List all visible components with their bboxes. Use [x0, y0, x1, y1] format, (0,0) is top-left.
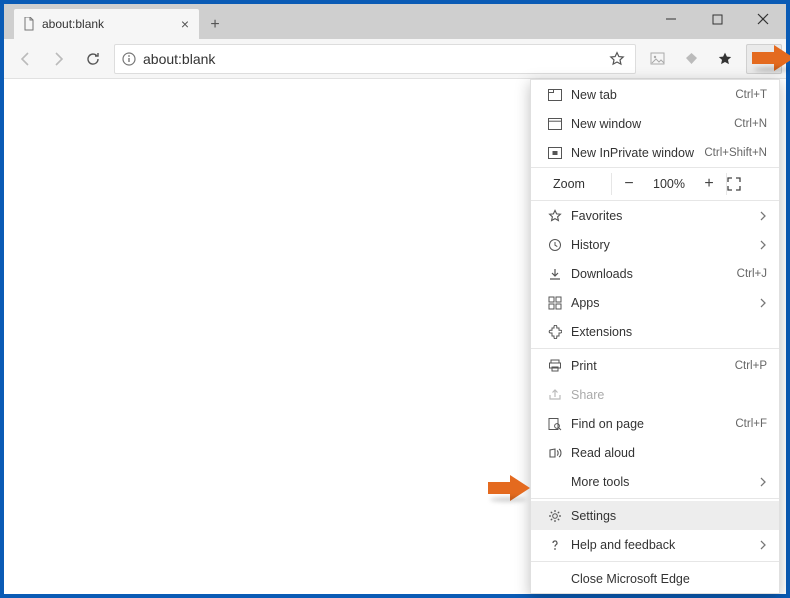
menu-label: Favorites	[567, 209, 759, 223]
chevron-right-icon	[759, 240, 767, 250]
inprivate-icon	[543, 147, 567, 159]
menu-label: More tools	[567, 475, 759, 489]
gear-icon	[543, 509, 567, 523]
menu-label: History	[567, 238, 759, 252]
menu-close-edge[interactable]: Close Microsoft Edge	[531, 564, 779, 593]
menu-shortcut: Ctrl+T	[735, 89, 767, 101]
menu-inprivate[interactable]: New InPrivate window Ctrl+Shift+N	[531, 138, 779, 167]
menu-shortcut: Ctrl+F	[735, 418, 767, 430]
chevron-right-icon	[759, 211, 767, 221]
favorites-icon	[543, 209, 567, 223]
close-window-button[interactable]	[740, 4, 786, 34]
read-aloud-icon	[543, 446, 567, 460]
maximize-button[interactable]	[694, 4, 740, 34]
extensions-icon	[543, 325, 567, 339]
menu-apps[interactable]: Apps	[531, 288, 779, 317]
file-icon	[22, 17, 36, 31]
tab-title: about:blank	[42, 17, 179, 31]
tab-active[interactable]: about:blank ×	[14, 9, 199, 39]
menu-shortcut: Ctrl+J	[737, 268, 767, 280]
extension-icon-2[interactable]	[674, 42, 708, 76]
new-tab-icon	[543, 89, 567, 101]
tabstrip: about:blank × +	[4, 4, 648, 39]
new-window-icon	[543, 118, 567, 130]
share-icon	[543, 388, 567, 402]
favorites-star-icon[interactable]	[605, 47, 629, 71]
menu-label: Apps	[567, 296, 759, 310]
menu-label: Help and feedback	[567, 538, 759, 552]
menu-label: New window	[567, 117, 734, 131]
menu-shortcut: Ctrl+N	[734, 118, 767, 130]
help-icon	[543, 538, 567, 552]
toolbar	[4, 39, 786, 79]
titlebar: about:blank × +	[4, 4, 786, 39]
zoom-label: Zoom	[531, 177, 611, 191]
image-extension-icon[interactable]	[640, 42, 674, 76]
menu-label: Settings	[567, 509, 767, 523]
page-content: New tab Ctrl+T New window Ctrl+N New InP…	[4, 79, 786, 594]
toolbar-right	[640, 42, 782, 76]
menu-help[interactable]: Help and feedback	[531, 530, 779, 559]
menu-separator	[531, 561, 779, 562]
forward-button[interactable]	[42, 42, 76, 76]
back-button[interactable]	[8, 42, 42, 76]
menu-button[interactable]	[746, 44, 782, 74]
tab-close-button[interactable]: ×	[179, 16, 191, 32]
menu-label: New tab	[567, 88, 735, 102]
menu-read-aloud[interactable]: Read aloud	[531, 438, 779, 467]
window-controls	[648, 4, 786, 39]
chevron-right-icon	[759, 477, 767, 487]
zoom-out-button[interactable]: −	[612, 175, 646, 193]
menu-separator	[531, 498, 779, 499]
menu-label: Downloads	[567, 267, 737, 281]
zoom-value: 100%	[646, 177, 692, 191]
zoom-in-button[interactable]: +	[692, 175, 726, 193]
menu-new-window[interactable]: New window Ctrl+N	[531, 109, 779, 138]
menu-label: Find on page	[567, 417, 735, 431]
menu-new-tab[interactable]: New tab Ctrl+T	[531, 80, 779, 109]
menu-label: Extensions	[567, 325, 767, 339]
menu-label: Print	[567, 359, 735, 373]
settings-menu: New tab Ctrl+T New window Ctrl+N New InP…	[530, 79, 780, 594]
new-tab-button[interactable]: +	[201, 11, 229, 39]
history-icon	[543, 238, 567, 252]
menu-label: New InPrivate window	[567, 146, 704, 160]
menu-history[interactable]: History	[531, 230, 779, 259]
minimize-button[interactable]	[648, 4, 694, 34]
menu-separator	[531, 348, 779, 349]
menu-more-tools[interactable]: More tools	[531, 467, 779, 496]
url-input[interactable]	[143, 51, 605, 67]
menu-shortcut: Ctrl+Shift+N	[704, 147, 767, 159]
print-icon	[543, 359, 567, 373]
refresh-button[interactable]	[76, 42, 110, 76]
address-bar[interactable]	[114, 44, 636, 74]
apps-icon	[543, 296, 567, 310]
menu-label: Read aloud	[567, 446, 767, 460]
menu-share: Share	[531, 380, 779, 409]
site-info-icon[interactable]	[121, 51, 137, 67]
downloads-icon	[543, 267, 567, 281]
menu-label: Close Microsoft Edge	[567, 572, 767, 586]
menu-shortcut: Ctrl+P	[735, 360, 767, 372]
menu-print[interactable]: Print Ctrl+P	[531, 351, 779, 380]
menu-extensions[interactable]: Extensions	[531, 317, 779, 346]
fullscreen-button[interactable]	[727, 177, 763, 191]
favorites-icon[interactable]	[708, 42, 742, 76]
menu-downloads[interactable]: Downloads Ctrl+J	[531, 259, 779, 288]
menu-zoom: Zoom − 100% +	[531, 167, 779, 201]
find-icon	[543, 417, 567, 431]
menu-find[interactable]: Find on page Ctrl+F	[531, 409, 779, 438]
browser-window: about:blank × +	[4, 4, 786, 594]
menu-settings[interactable]: Settings	[531, 501, 779, 530]
menu-label: Share	[567, 388, 767, 402]
chevron-right-icon	[759, 540, 767, 550]
menu-favorites[interactable]: Favorites	[531, 201, 779, 230]
chevron-right-icon	[759, 298, 767, 308]
